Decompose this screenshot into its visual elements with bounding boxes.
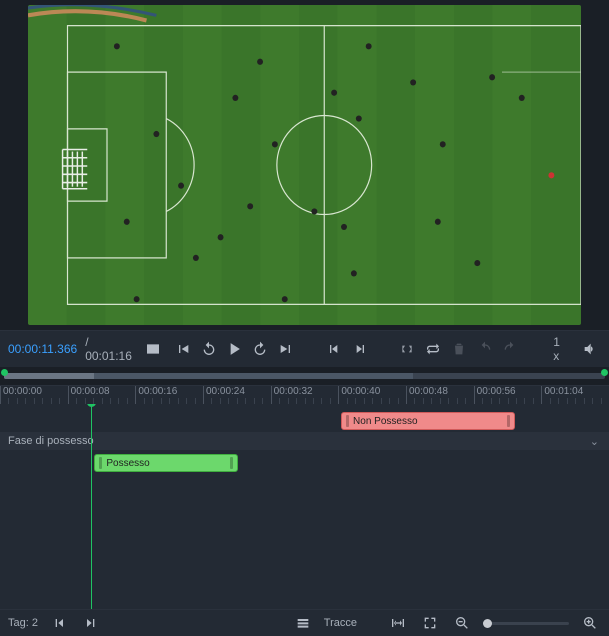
clip-non-possesso[interactable]: Non Possesso xyxy=(341,412,515,430)
zoom-selection-icon[interactable] xyxy=(419,612,441,634)
jump-start-icon[interactable] xyxy=(323,338,345,360)
total-time: / 00:01:16 xyxy=(85,335,138,363)
zoom-in-icon[interactable] xyxy=(579,612,601,634)
playhead[interactable] xyxy=(91,404,92,609)
ruler-mark: 00:00:56 xyxy=(474,386,516,404)
ruler-mark: 00:00:16 xyxy=(135,386,177,404)
track-group-label: Fase di possesso xyxy=(8,435,94,447)
layers-icon[interactable] xyxy=(292,612,314,634)
clip-possesso[interactable]: Possesso xyxy=(94,454,238,472)
tracce-label[interactable]: Tracce xyxy=(324,617,357,629)
tag-count: Tag: 2 xyxy=(8,617,38,629)
playback-speed[interactable]: 1 x xyxy=(553,335,569,363)
snap-left-icon[interactable] xyxy=(48,612,70,634)
prev-frame-icon[interactable] xyxy=(172,338,194,360)
clip-handle-right[interactable] xyxy=(230,457,233,469)
jump-end-icon[interactable] xyxy=(349,338,371,360)
fit-width-icon[interactable] xyxy=(387,612,409,634)
loop-back-icon[interactable] xyxy=(396,338,418,360)
volume-icon[interactable] xyxy=(579,338,601,360)
range-start-handle[interactable] xyxy=(1,369,8,376)
snap-right-icon[interactable] xyxy=(80,612,102,634)
video-preview xyxy=(0,0,609,330)
current-time: 00:00:11.366 xyxy=(8,342,77,356)
delete-icon xyxy=(448,338,470,360)
forward-5-icon[interactable] xyxy=(249,338,271,360)
undo-icon xyxy=(474,338,496,360)
clip-label: Non Possesso xyxy=(353,416,417,427)
ruler-mark: 00:00:08 xyxy=(68,386,110,404)
play-button[interactable] xyxy=(224,338,246,360)
next-frame-icon[interactable] xyxy=(275,338,297,360)
zoom-slider[interactable] xyxy=(483,622,569,625)
ruler-mark: 00:00:48 xyxy=(406,386,448,404)
timeline-ruler[interactable]: 00:00:00 00:00:08 00:00:16 00:00:24 00:00:32… xyxy=(0,385,609,404)
range-end-handle[interactable] xyxy=(601,369,608,376)
clip-handle-left[interactable] xyxy=(99,457,102,469)
ruler-mark: 00:00:32 xyxy=(271,386,313,404)
rewind-5-icon[interactable] xyxy=(198,338,220,360)
clip-label: Possesso xyxy=(106,458,149,469)
chevron-down-icon[interactable]: ⌄ xyxy=(590,435,599,448)
clip-handle-left[interactable] xyxy=(346,415,349,427)
redo-icon xyxy=(500,338,522,360)
ruler-mark: 00:00:40 xyxy=(338,386,380,404)
bottom-toolbar: Tag: 2 Tracce xyxy=(0,609,609,636)
video-frame xyxy=(28,5,581,325)
timeline-tracks[interactable]: Non Possesso Fase di possesso ⌄ Possesso xyxy=(0,404,609,609)
pitch-markings xyxy=(28,5,581,325)
ruler-mark: 00:00:00 xyxy=(0,386,42,404)
marker-tool-icon[interactable] xyxy=(142,338,164,360)
clip-handle-right[interactable] xyxy=(507,415,510,427)
ruler-mark: 00:00:24 xyxy=(203,386,245,404)
ruler-mark: 00:01:04 xyxy=(541,386,583,404)
seek-bar[interactable] xyxy=(0,367,609,385)
loop-icon[interactable] xyxy=(422,338,444,360)
zoom-out-icon[interactable] xyxy=(451,612,473,634)
player-controls: 00:00:11.366 / 00:01:16 1 x xyxy=(0,330,609,367)
